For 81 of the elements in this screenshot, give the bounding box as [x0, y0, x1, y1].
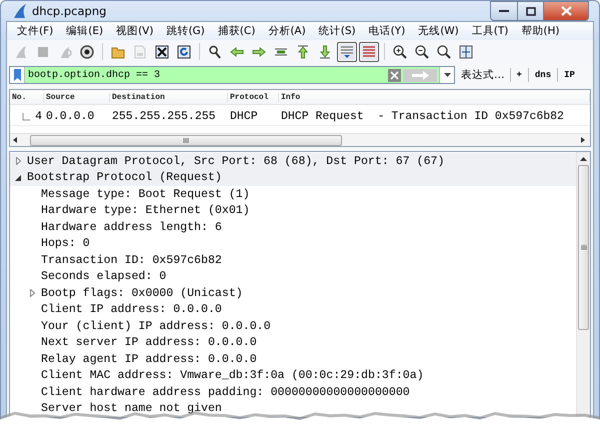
- tree-item[interactable]: Hardware type: Ethernet (0x01): [41, 204, 250, 218]
- menu-item[interactable]: 跳转(G): [160, 23, 212, 39]
- gear-icon: [79, 44, 95, 60]
- window-title: dhcp.pcapng: [32, 4, 108, 18]
- minimize-icon: [499, 9, 509, 13]
- close-icon: [560, 6, 572, 16]
- tree-item[interactable]: Transaction ID: 0x597c6b82: [41, 254, 222, 267]
- filter-button[interactable]: dns: [532, 70, 554, 80]
- up-arrow-icon: [295, 44, 311, 60]
- colored-lines-icon: [361, 44, 377, 60]
- menu-item[interactable]: 统计(S): [312, 23, 363, 39]
- menu-item[interactable]: 电话(Y): [362, 23, 412, 39]
- bookmark-icon: [14, 69, 20, 81]
- close-file-icon: [154, 44, 170, 60]
- expand-icon[interactable]: [30, 289, 34, 298]
- close-button[interactable]: [544, 1, 589, 21]
- grip-icon: [580, 245, 586, 250]
- filter-input[interactable]: bootp.option.dhcp == 3: [25, 70, 388, 80]
- menu-item[interactable]: 工具(T): [466, 23, 516, 39]
- shark-fin-icon: [13, 3, 27, 19]
- grip-icon: [182, 138, 190, 142]
- tree-item[interactable]: Client hardware address padding: 00000000000000000000: [41, 386, 410, 399]
- menu-item[interactable]: 帮助(H): [515, 23, 566, 39]
- maximize-icon: [526, 6, 536, 16]
- right-arrow-icon: [581, 137, 586, 143]
- menu-item[interactable]: 分析(A): [262, 23, 313, 39]
- file-icon: [132, 44, 148, 60]
- menu-item[interactable]: 捕获(C): [212, 23, 262, 39]
- tree-item[interactable]: Your (client) IP address: 0.0.0.0: [41, 320, 271, 333]
- left-arrow-icon: [13, 137, 18, 143]
- filter-button[interactable]: +: [514, 70, 525, 80]
- table-cell-text: 0.0.0.0: [45, 110, 96, 123]
- tree-item[interactable]: Relay agent IP address: 0.0.0.0: [41, 352, 257, 366]
- tree-item[interactable]: Next server IP address: 0.0.0.0: [41, 336, 257, 350]
- resize-columns-icon: [458, 44, 474, 60]
- menu-item[interactable]: 无线(W): [412, 23, 466, 39]
- up-arrow-icon: [580, 157, 587, 161]
- expand-icon[interactable]: [16, 157, 20, 166]
- tree-item[interactable]: Hops: 0: [41, 237, 90, 250]
- zoom-in-icon: [392, 44, 408, 60]
- caret-icon: [444, 73, 450, 77]
- filter-button[interactable]: IP: [561, 70, 578, 80]
- search-icon: [207, 44, 223, 60]
- column-header[interactable]: Destination: [110, 92, 228, 102]
- tree-item[interactable]: Client MAC address: Vmware_db:3f:0a (00:0c:29:db:3f:0a): [41, 369, 424, 382]
- tree-connector-icon: [22, 112, 30, 120]
- table-cell-text: DHCP: [229, 110, 259, 123]
- column-header[interactable]: Protocol: [228, 92, 279, 102]
- reload-icon: [176, 44, 192, 60]
- zoom-out-icon: [414, 44, 430, 60]
- minimize-button[interactable]: [490, 1, 518, 21]
- right-arrow-icon: [411, 70, 429, 80]
- zoom-icon: [436, 44, 452, 60]
- column-header[interactable]: Info: [279, 92, 590, 102]
- dropdown-button[interactable]: [439, 67, 454, 83]
- down-arrow-icon: [317, 44, 333, 60]
- table-cell: 4: [35, 110, 42, 123]
- table-cell-text: 255.255.255.255: [111, 110, 217, 123]
- clear-icon[interactable]: [388, 68, 401, 82]
- menu-item[interactable]: 视图(V): [110, 23, 160, 39]
- tree-item[interactable]: Client IP address: 0.0.0.0: [41, 303, 222, 316]
- tree-item[interactable]: Bootp flags: 0x0000 (Unicast): [41, 286, 243, 300]
- tree-item[interactable]: Hardware address length: 6: [41, 220, 222, 234]
- menu-item[interactable]: 编辑(E): [60, 23, 110, 39]
- menu-item[interactable]: 文件(F): [11, 23, 60, 39]
- display-filter-field[interactable]: bootp.option.dhcp == 3: [9, 66, 455, 84]
- horizontal-scrollbar[interactable]: [10, 133, 590, 146]
- maximize-button[interactable]: [518, 1, 544, 21]
- collapse-icon[interactable]: [15, 174, 21, 181]
- tree-item[interactable]: Server host name not given: [41, 402, 222, 416]
- expression-button[interactable]: 表达式…: [461, 68, 504, 82]
- tree-item[interactable]: Message type: Boot Request (1): [41, 188, 250, 201]
- tree-item[interactable]: Seconds elapsed: 0: [41, 270, 166, 284]
- shark-fin-icon: [13, 44, 29, 60]
- vertical-scrollbar[interactable]: [576, 152, 590, 417]
- toolbar-button[interactable]: [359, 42, 379, 62]
- column-header[interactable]: No.: [10, 92, 44, 102]
- toolbar-button[interactable]: [337, 42, 357, 62]
- table-cell-text: DHCP Request - Transaction ID 0x597c6b82: [280, 110, 565, 123]
- column-header[interactable]: Source: [44, 92, 110, 102]
- list-icon: [339, 44, 355, 60]
